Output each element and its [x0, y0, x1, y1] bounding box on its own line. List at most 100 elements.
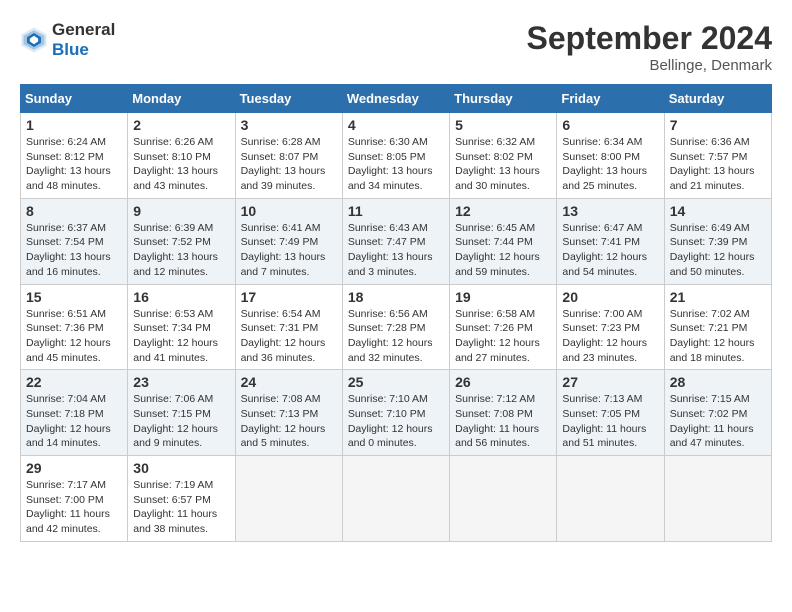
- col-monday: Monday: [128, 85, 235, 113]
- day-number: 30: [133, 460, 229, 476]
- calendar-cell: 4Sunrise: 6:30 AM Sunset: 8:05 PM Daylig…: [342, 113, 449, 199]
- col-thursday: Thursday: [450, 85, 557, 113]
- day-info: Sunrise: 6:41 AM Sunset: 7:49 PM Dayligh…: [241, 221, 337, 280]
- day-info: Sunrise: 6:51 AM Sunset: 7:36 PM Dayligh…: [26, 307, 122, 366]
- calendar-cell: 25 Sunrise: 7:10 AM Sunset: 7:10 PM Dayli…: [342, 370, 449, 456]
- col-friday: Friday: [557, 85, 664, 113]
- day-number: 10: [241, 203, 337, 219]
- day-number: 22: [26, 374, 122, 390]
- week-row-1: 1Sunrise: 6:24 AM Sunset: 8:12 PM Daylig…: [21, 113, 772, 199]
- calendar-cell: 2Sunrise: 6:26 AM Sunset: 8:10 PM Daylig…: [128, 113, 235, 199]
- calendar-cell: 24Sunrise: 7:08 AM Sunset: 7:13 PM Dayli…: [235, 370, 342, 456]
- calendar-cell: 20 Sunrise: 7:00 AM Sunset: 7:23 PM Dayli…: [557, 284, 664, 370]
- calendar-cell: 3 Sunrise: 6:28 AM Sunset: 8:07 PM Daylig…: [235, 113, 342, 199]
- day-info: Sunrise: 6:45 AM Sunset: 7:44 PM Dayligh…: [455, 221, 551, 280]
- day-info: Sunrise: 6:39 AM Sunset: 7:52 PM Dayligh…: [133, 221, 229, 280]
- day-number: 13: [562, 203, 658, 219]
- week-row-4: 22 Sunrise: 7:04 AM Sunset: 7:18 PM Dayli…: [21, 370, 772, 456]
- calendar-cell: 11 Sunrise: 6:43 AM Sunset: 7:47 PM Dayli…: [342, 198, 449, 284]
- day-info: Sunrise: 6:36 AM Sunset: 7:57 PM Dayligh…: [670, 135, 766, 194]
- calendar-cell: 18Sunrise: 6:56 AM Sunset: 7:28 PM Dayli…: [342, 284, 449, 370]
- day-number: 1: [26, 117, 122, 133]
- day-info: Sunrise: 7:15 AM Sunset: 7:02 PM Dayligh…: [670, 392, 766, 451]
- calendar-cell: [235, 456, 342, 542]
- day-info: Sunrise: 6:49 AM Sunset: 7:39 PM Dayligh…: [670, 221, 766, 280]
- day-info: Sunrise: 7:12 AM Sunset: 7:08 PM Dayligh…: [455, 392, 551, 451]
- day-number: 14: [670, 203, 766, 219]
- calendar-cell: 7 Sunrise: 6:36 AM Sunset: 7:57 PM Daylig…: [664, 113, 771, 199]
- week-row-5: 29Sunrise: 7:17 AM Sunset: 7:00 PM Dayli…: [21, 456, 772, 542]
- calendar-cell: 23 Sunrise: 7:06 AM Sunset: 7:15 PM Dayli…: [128, 370, 235, 456]
- day-info: Sunrise: 7:06 AM Sunset: 7:15 PM Dayligh…: [133, 392, 229, 451]
- day-info: Sunrise: 7:13 AM Sunset: 7:05 PM Dayligh…: [562, 392, 658, 451]
- day-number: 6: [562, 117, 658, 133]
- day-number: 21: [670, 289, 766, 305]
- day-info: Sunrise: 6:53 AM Sunset: 7:34 PM Dayligh…: [133, 307, 229, 366]
- day-number: 12: [455, 203, 551, 219]
- day-number: 27: [562, 374, 658, 390]
- calendar-cell: 6 Sunrise: 6:34 AM Sunset: 8:00 PM Daylig…: [557, 113, 664, 199]
- page-header: General Blue September 2024 Bellinge, De…: [20, 20, 772, 74]
- day-number: 3: [241, 117, 337, 133]
- calendar-cell: 15 Sunrise: 6:51 AM Sunset: 7:36 PM Dayli…: [21, 284, 128, 370]
- day-number: 18: [348, 289, 444, 305]
- calendar-cell: 16Sunrise: 6:53 AM Sunset: 7:34 PM Dayli…: [128, 284, 235, 370]
- calendar-cell: 27 Sunrise: 7:13 AM Sunset: 7:05 PM Dayli…: [557, 370, 664, 456]
- calendar-cell: 10 Sunrise: 6:41 AM Sunset: 7:49 PM Dayli…: [235, 198, 342, 284]
- calendar-cell: [342, 456, 449, 542]
- calendar-cell: 22 Sunrise: 7:04 AM Sunset: 7:18 PM Dayli…: [21, 370, 128, 456]
- calendar-table: Sunday Monday Tuesday Wednesday Thursday…: [20, 84, 772, 542]
- day-info: Sunrise: 6:34 AM Sunset: 8:00 PM Dayligh…: [562, 135, 658, 194]
- day-info: Sunrise: 6:58 AM Sunset: 7:26 PM Dayligh…: [455, 307, 551, 366]
- calendar-cell: [450, 456, 557, 542]
- day-number: 5: [455, 117, 551, 133]
- col-wednesday: Wednesday: [342, 85, 449, 113]
- logo-icon: [20, 26, 48, 54]
- col-sunday: Sunday: [21, 85, 128, 113]
- day-number: 15: [26, 289, 122, 305]
- calendar-cell: 30Sunrise: 7:19 AM Sunset: 6:57 PM Dayli…: [128, 456, 235, 542]
- day-info: Sunrise: 6:32 AM Sunset: 8:02 PM Dayligh…: [455, 135, 551, 194]
- logo-wordmark: General Blue: [52, 20, 115, 60]
- day-info: Sunrise: 6:47 AM Sunset: 7:41 PM Dayligh…: [562, 221, 658, 280]
- week-row-2: 8 Sunrise: 6:37 AM Sunset: 7:54 PM Daylig…: [21, 198, 772, 284]
- calendar-cell: 19 Sunrise: 6:58 AM Sunset: 7:26 PM Dayli…: [450, 284, 557, 370]
- day-info: Sunrise: 6:28 AM Sunset: 8:07 PM Dayligh…: [241, 135, 337, 194]
- calendar-cell: [557, 456, 664, 542]
- calendar-cell: 14 Sunrise: 6:49 AM Sunset: 7:39 PM Dayli…: [664, 198, 771, 284]
- day-info: Sunrise: 6:37 AM Sunset: 7:54 PM Dayligh…: [26, 221, 122, 280]
- day-number: 23: [133, 374, 229, 390]
- day-number: 28: [670, 374, 766, 390]
- day-number: 26: [455, 374, 551, 390]
- day-info: Sunrise: 7:00 AM Sunset: 7:23 PM Dayligh…: [562, 307, 658, 366]
- title-area: September 2024 Bellinge, Denmark: [527, 20, 772, 74]
- calendar-cell: 9 Sunrise: 6:39 AM Sunset: 7:52 PM Daylig…: [128, 198, 235, 284]
- col-tuesday: Tuesday: [235, 85, 342, 113]
- day-number: 19: [455, 289, 551, 305]
- logo-general-text: General: [52, 20, 115, 39]
- month-title: September 2024: [527, 20, 772, 57]
- day-info: Sunrise: 6:26 AM Sunset: 8:10 PM Dayligh…: [133, 135, 229, 194]
- day-info: Sunrise: 7:02 AM Sunset: 7:21 PM Dayligh…: [670, 307, 766, 366]
- day-info: Sunrise: 6:54 AM Sunset: 7:31 PM Dayligh…: [241, 307, 337, 366]
- day-info: Sunrise: 7:04 AM Sunset: 7:18 PM Dayligh…: [26, 392, 122, 451]
- calendar-cell: 8 Sunrise: 6:37 AM Sunset: 7:54 PM Daylig…: [21, 198, 128, 284]
- col-saturday: Saturday: [664, 85, 771, 113]
- day-number: 25: [348, 374, 444, 390]
- calendar-cell: 26 Sunrise: 7:12 AM Sunset: 7:08 PM Dayli…: [450, 370, 557, 456]
- calendar-cell: 5 Sunrise: 6:32 AM Sunset: 8:02 PM Daylig…: [450, 113, 557, 199]
- day-number: 20: [562, 289, 658, 305]
- logo: General Blue: [20, 20, 115, 60]
- day-number: 8: [26, 203, 122, 219]
- calendar-cell: 1Sunrise: 6:24 AM Sunset: 8:12 PM Daylig…: [21, 113, 128, 199]
- day-number: 9: [133, 203, 229, 219]
- calendar-cell: [664, 456, 771, 542]
- calendar-cell: 28 Sunrise: 7:15 AM Sunset: 7:02 PM Dayli…: [664, 370, 771, 456]
- day-info: Sunrise: 7:10 AM Sunset: 7:10 PM Dayligh…: [348, 392, 444, 451]
- day-info: Sunrise: 7:08 AM Sunset: 7:13 PM Dayligh…: [241, 392, 337, 451]
- day-number: 11: [348, 203, 444, 219]
- day-info: Sunrise: 6:43 AM Sunset: 7:47 PM Dayligh…: [348, 221, 444, 280]
- day-number: 4: [348, 117, 444, 133]
- calendar-cell: 13 Sunrise: 6:47 AM Sunset: 7:41 PM Dayli…: [557, 198, 664, 284]
- day-number: 7: [670, 117, 766, 133]
